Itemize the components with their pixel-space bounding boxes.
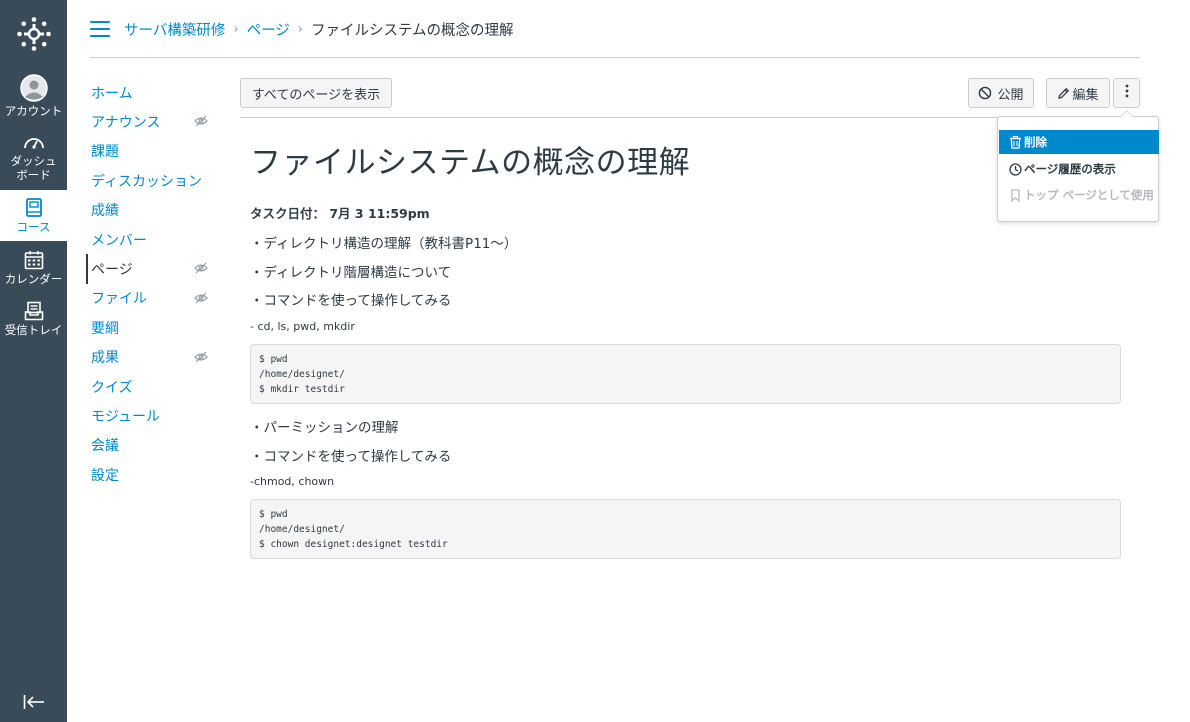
course-nav-label: ページ xyxy=(91,262,133,279)
content-line-1: ・ディレクトリ構造の理解（教科書P11～） xyxy=(250,236,518,252)
header-divider xyxy=(90,57,1140,58)
command-list-1: - cd, ls, pwd, mkdir xyxy=(250,320,355,333)
course-nav-files[interactable]: ファイル xyxy=(86,284,216,313)
menu-item-use-as-front-page[interactable]: トップ ページとして使用 xyxy=(999,183,1159,207)
breadcrumb: サーバ構築研修 › ページ › ファイルシステムの概念の理解 xyxy=(90,14,1140,44)
inbox-icon xyxy=(24,301,43,320)
edit-label: 編集 xyxy=(1072,87,1099,103)
eye-slash-icon xyxy=(194,351,208,362)
breadcrumb-course-link[interactable]: サーバ構築研修 xyxy=(124,19,225,40)
course-nav-assignments[interactable]: 課題 xyxy=(86,137,216,166)
collapse-nav-icon[interactable] xyxy=(22,690,46,714)
course-nav-label: 成果 xyxy=(91,350,119,367)
hamburger-menu-icon[interactable] xyxy=(90,21,110,37)
global-nav-dashboard-label-2: ボード xyxy=(16,168,51,182)
global-nav-calendar[interactable]: カレンダー xyxy=(0,242,67,293)
global-nav-courses-label: コース xyxy=(16,219,51,234)
menu-item-use-as-front-page-label: トップ ページとして使用 xyxy=(1024,188,1154,202)
global-nav-dashboard[interactable]: ダッシュ ボード xyxy=(0,130,67,186)
ban-icon xyxy=(978,86,992,100)
view-all-pages-button[interactable]: すべてのページを表示 xyxy=(240,78,392,108)
canvas-logo-icon[interactable] xyxy=(0,10,67,58)
global-nav-inbox[interactable]: 受信トレイ xyxy=(0,293,67,344)
course-nav-label: ファイル xyxy=(91,291,147,308)
eye-slash-icon xyxy=(194,116,208,127)
eye-slash-icon xyxy=(194,292,208,304)
chevron-right-icon: › xyxy=(297,21,303,37)
course-nav-settings[interactable]: 設定 xyxy=(86,460,216,489)
content-line-5: ・コマンドを使って操作してみる xyxy=(250,449,452,465)
eye-slash-icon xyxy=(194,262,208,274)
bookmark-icon xyxy=(1009,188,1022,202)
chevron-right-icon: › xyxy=(233,21,239,37)
course-nav-grades[interactable]: 成績 xyxy=(86,196,216,225)
course-nav-pages[interactable]: ページ xyxy=(86,254,216,284)
course-nav-outcomes[interactable]: 成果 xyxy=(86,343,216,372)
course-nav-quizzes[interactable]: クイズ xyxy=(86,372,216,401)
pencil-icon xyxy=(1057,87,1070,100)
course-nav-label: アナウンス xyxy=(91,115,161,132)
course-nav-discussions[interactable]: ディスカッション xyxy=(86,166,216,195)
global-nav-courses[interactable]: コース xyxy=(0,190,67,241)
breadcrumb-pages-link[interactable]: ページ xyxy=(247,19,290,40)
global-nav-account-label: アカウント xyxy=(4,104,63,118)
content-line-2: ・ディレクトリ階層構造について xyxy=(250,265,452,281)
global-nav-account[interactable]: アカウント xyxy=(0,70,67,122)
course-nav-conferences[interactable]: 会議 xyxy=(86,431,216,460)
kebab-menu-icon xyxy=(1125,84,1129,102)
breadcrumb-current: ファイルシステムの概念の理解 xyxy=(310,22,514,39)
content-line-4: ・パーミッションの理解 xyxy=(250,420,399,436)
dashboard-icon xyxy=(23,138,44,149)
global-nav-inbox-label: 受信トレイ xyxy=(4,322,63,337)
course-nav-home[interactable]: ホーム xyxy=(86,78,216,107)
more-options-button[interactable] xyxy=(1113,78,1140,108)
global-nav-calendar-label: カレンダー xyxy=(4,271,63,286)
publish-button[interactable]: 公開 xyxy=(968,78,1034,108)
course-nav-announcements[interactable]: アナウンス xyxy=(86,107,216,136)
book-icon xyxy=(25,197,42,217)
course-nav-syllabus[interactable]: 要綱 xyxy=(86,313,216,342)
edit-button[interactable]: 編集 xyxy=(1046,78,1110,108)
page-title: ファイルシステムの概念の理解 xyxy=(250,145,691,181)
command-list-2: -chmod, chown xyxy=(250,475,335,488)
publish-label: 公開 xyxy=(997,87,1024,103)
global-nav-dashboard-label-1: ダッシュ xyxy=(10,154,57,168)
course-nav-modules[interactable]: モジュール xyxy=(86,401,216,430)
code-block-2: $ pwd /home/designet/ $ chown designet:d… xyxy=(250,499,1121,559)
content-line-3: ・コマンドを使って操作してみる xyxy=(250,293,452,309)
code-block-1: $ pwd /home/designet/ $ mkdir testdir xyxy=(250,344,1121,404)
avatar-icon xyxy=(19,74,48,102)
global-nav: アカウント ダッシュ ボード コース カレンダー 受信トレイ xyxy=(0,0,67,722)
page-content: ファイルシステムの概念の理解 タスク日付： 7月 3 11:59pm ・ディレク… xyxy=(250,140,1121,559)
course-nav: ホーム アナウンス 課題 ディスカッション 成績 メンバー ページ ファイル 要… xyxy=(86,78,216,489)
calendar-icon xyxy=(24,250,43,269)
course-nav-people[interactable]: メンバー xyxy=(86,225,216,254)
due-date: タスク日付： 7月 3 11:59pm xyxy=(250,206,430,221)
